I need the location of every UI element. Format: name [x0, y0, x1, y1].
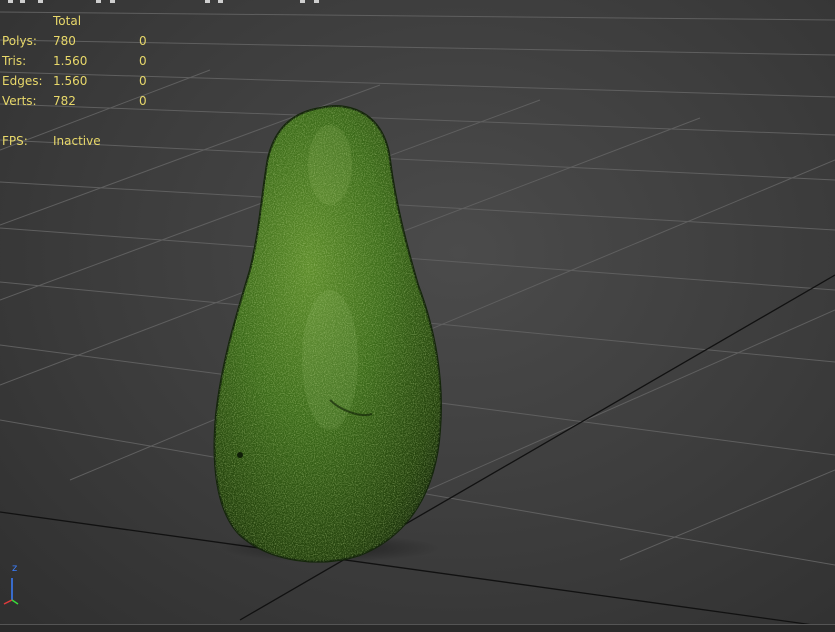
stats-selected-value: 0: [139, 94, 147, 108]
gizmo-z-icon: z: [12, 563, 18, 574]
stats-selected-value: 0: [139, 54, 147, 68]
stats-label: Verts:: [2, 94, 37, 108]
stats-total-value: 1.560: [53, 74, 88, 88]
stats-selected-value: 0: [139, 34, 147, 48]
axis-gizmo: [3, 578, 19, 605]
stats-total-value: 780: [53, 34, 76, 48]
fps-label: FPS:: [2, 134, 28, 148]
avocado-model-icon: [213, 105, 442, 563]
fps-value: Inactive: [53, 134, 101, 148]
stats-label: Edges:: [2, 74, 43, 88]
toolbar-remnant: [0, 0, 835, 4]
stats-selected-value: 0: [139, 74, 147, 88]
stats-total-value: 1.560: [53, 54, 88, 68]
stats-label: Polys:: [2, 34, 37, 48]
stats-label: Tris:: [2, 54, 27, 68]
viewport-grid: [0, 11, 835, 629]
stats-total-header: Total: [53, 14, 82, 28]
3d-viewport[interactable]: Total Polys: 780 0 Tris: 1.560 0 Edges: …: [0, 0, 835, 632]
stats-total-value: 782: [53, 94, 76, 108]
